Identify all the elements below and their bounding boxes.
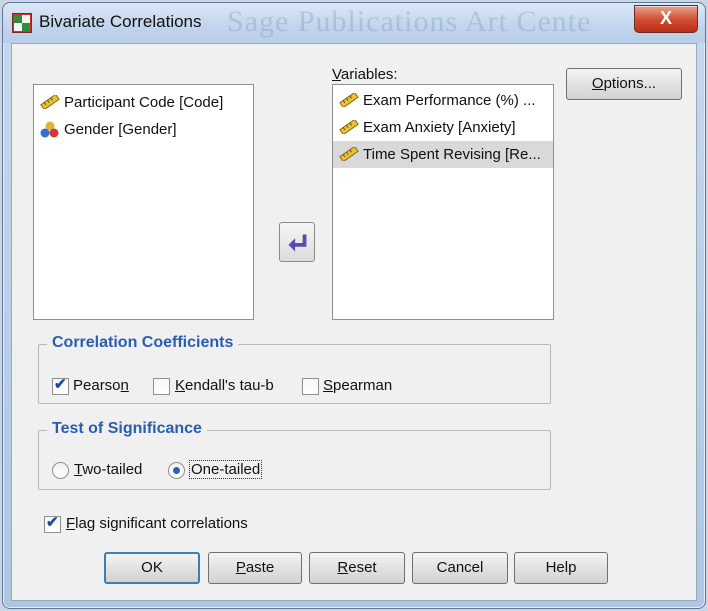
ok-button[interactable]: OK [104,552,200,584]
list-item[interactable]: Gender [Gender] [34,116,253,143]
correlation-coefficients-group: Correlation Coefficients ✔ Pearson Kenda… [38,334,551,404]
nominal-balls-icon [40,121,59,138]
two-tailed-label[interactable]: Two-tailed [74,461,142,478]
flag-significant-label[interactable]: Flag significant correlations [66,515,248,532]
window-title: Bivariate Correlations [39,12,202,31]
scale-ruler-icon [339,93,359,107]
dialog-body: Participant Code [Code] Gender [Gender] … [11,43,697,601]
reset-button[interactable]: Reset [309,552,405,584]
group-title: Correlation Coefficients [47,334,239,352]
one-tailed-radio[interactable] [168,462,185,479]
check-icon: ✔ [54,376,67,393]
help-button[interactable]: Help [514,552,608,584]
list-item-selected[interactable]: Time Spent Revising [Re... [333,141,553,168]
spearman-label[interactable]: Spearman [323,377,392,394]
radio-selected-dot [173,467,180,474]
list-item-label: Exam Performance (%) ... [363,92,536,109]
flag-significant-checkbox[interactable]: ✔ [44,514,61,533]
close-icon: X [659,8,672,28]
pearson-label[interactable]: Pearson [73,377,129,394]
cancel-button[interactable]: Cancel [412,552,508,584]
spearman-checkbox[interactable] [302,378,319,395]
scale-ruler-icon [339,147,359,161]
one-tailed-label[interactable]: One-tailed [189,460,263,479]
list-item-label: Gender [Gender] [64,121,177,138]
test-of-significance-group: Test of Significance Two-tailed One-tail… [38,420,551,490]
group-title: Test of Significance [47,420,207,438]
options-button[interactable]: Options... [566,68,682,100]
source-variable-list[interactable]: Participant Code [Code] Gender [Gender] [33,84,254,320]
list-item[interactable]: Exam Anxiety [Anxiety] [333,114,553,141]
target-variable-list[interactable]: Exam Performance (%) ... Exam Anxiety [A… [332,84,554,320]
paste-button[interactable]: Paste [208,552,302,584]
move-variable-button[interactable] [279,222,315,262]
list-item[interactable]: Exam Performance (%) ... [333,87,553,114]
move-arrow-icon [288,234,307,252]
list-item[interactable]: Participant Code [Code] [34,89,253,116]
dialog-window: Bivariate Correlations Sage Publications… [2,2,706,609]
variables-label: Variables: [332,66,398,83]
pearson-checkbox[interactable]: ✔ [52,376,69,395]
scale-ruler-icon [40,95,60,109]
scale-ruler-icon [339,120,359,134]
two-tailed-radio[interactable] [52,462,69,479]
watermark-text: Sage Publications Art Cente [227,5,592,38]
kendall-checkbox[interactable] [153,378,170,395]
spss-app-icon [12,13,32,33]
list-item-label: Participant Code [Code] [64,94,224,111]
check-icon: ✔ [46,514,59,531]
list-item-label: Time Spent Revising [Re... [363,146,541,163]
title-bar[interactable]: Bivariate Correlations Sage Publications… [3,3,705,43]
close-button[interactable]: X [634,5,698,33]
kendall-label[interactable]: Kendall's tau-b [175,377,274,394]
list-item-label: Exam Anxiety [Anxiety] [363,119,516,136]
